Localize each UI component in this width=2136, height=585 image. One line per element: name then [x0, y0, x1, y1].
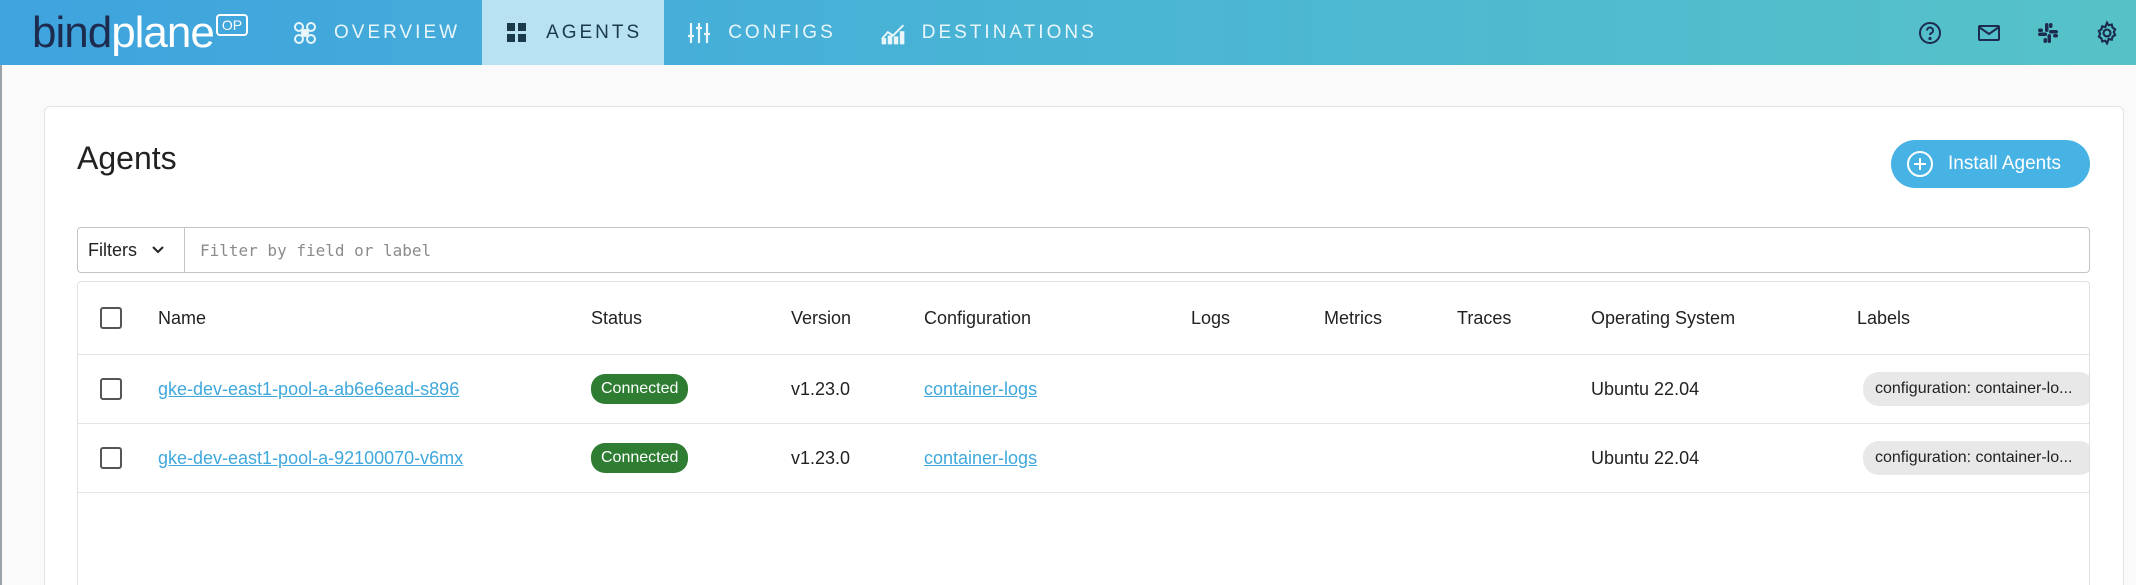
column-header-metrics[interactable]: Metrics — [1324, 282, 1382, 354]
slack-button[interactable] — [2018, 0, 2077, 65]
chart-icon — [880, 20, 906, 46]
gear-icon — [2097, 19, 2116, 46]
mail-button[interactable] — [1959, 0, 2018, 65]
slack-icon — [2037, 22, 2058, 43]
add-circle-icon — [1907, 151, 1933, 177]
nav-configs[interactable]: CONFIGS — [664, 0, 858, 65]
filters-dropdown[interactable]: Filters — [78, 228, 185, 272]
agent-version: v1.23.0 — [791, 447, 851, 468]
label-chip: configuration: container-lo... — [1863, 441, 2089, 475]
sliders-icon — [686, 20, 712, 46]
logo-wordmark: bindplane — [32, 8, 215, 57]
install-agents-button[interactable]: Install Agents — [1891, 140, 2090, 188]
agent-name-link[interactable]: gke-dev-east1-pool-a-92100070-v6mx — [158, 448, 463, 469]
table-header-row: Name Status Version Configuration Logs M… — [78, 282, 2089, 355]
column-header-version[interactable]: Version — [791, 282, 851, 354]
table-row[interactable]: gke-dev-east1-pool-a-92100070-v6mx Conne… — [78, 424, 2089, 493]
filter-bar: Filters — [77, 227, 2090, 273]
nav-destinations[interactable]: DESTINATIONS — [858, 0, 1119, 65]
table-row[interactable]: gke-dev-east1-pool-a-ab6e6ead-s896 Conne… — [78, 355, 2089, 424]
row-checkbox[interactable] — [100, 378, 122, 400]
chevron-down-icon — [152, 246, 164, 254]
filter-input[interactable] — [185, 228, 2089, 272]
overview-icon — [292, 20, 318, 46]
settings-button[interactable] — [2077, 0, 2136, 65]
logo-badge: OP — [215, 14, 249, 36]
help-button[interactable] — [1900, 0, 1959, 65]
column-header-status[interactable]: Status — [591, 282, 642, 354]
status-badge: Connected — [591, 443, 689, 473]
install-agents-label: Install Agents — [1948, 153, 2062, 174]
nav-overview[interactable]: OVERVIEW — [270, 0, 482, 65]
column-header-labels[interactable]: Labels — [1857, 282, 1910, 354]
column-header-traces[interactable]: Traces — [1457, 282, 1511, 354]
select-all-cell — [100, 282, 122, 354]
help-icon — [1918, 21, 1941, 44]
configuration-link[interactable]: container-logs — [924, 379, 1037, 400]
nav-destinations-label: DESTINATIONS — [921, 21, 1097, 43]
nav-overview-label: OVERVIEW — [334, 21, 461, 43]
page-title: Agents — [77, 140, 177, 176]
agents-grid-icon — [504, 20, 530, 46]
agent-version: v1.23.0 — [791, 378, 851, 399]
column-header-name[interactable]: Name — [158, 282, 206, 354]
status-badge: Connected — [591, 374, 689, 404]
label-chip: configuration: container-lo... — [1863, 372, 2089, 406]
configuration-link[interactable]: container-logs — [924, 448, 1037, 469]
row-checkbox[interactable] — [100, 447, 122, 469]
column-header-operating-system[interactable]: Operating System — [1591, 282, 1735, 354]
main-nav: OVERVIEW AGENTS CONFIGS DESTINATIONS — [270, 0, 1119, 65]
row-select-cell — [100, 424, 122, 492]
row-select-cell — [100, 355, 122, 423]
filters-dropdown-label: Filters — [88, 239, 137, 260]
select-all-checkbox[interactable] — [100, 307, 122, 329]
nav-configs-label: CONFIGS — [728, 21, 836, 43]
window-left-edge — [0, 65, 2, 585]
nav-right-icons — [1900, 0, 2136, 65]
column-header-configuration[interactable]: Configuration — [924, 282, 1031, 354]
mail-icon — [1977, 24, 2000, 41]
agent-name-link[interactable]: gke-dev-east1-pool-a-ab6e6ead-s896 — [158, 379, 459, 400]
nav-agents[interactable]: AGENTS — [482, 0, 665, 65]
agent-os: Ubuntu 22.04 — [1591, 378, 1700, 399]
nav-agents-label: AGENTS — [546, 21, 643, 43]
agent-os: Ubuntu 22.04 — [1591, 447, 1700, 468]
column-header-logs[interactable]: Logs — [1191, 282, 1230, 354]
bindplane-logo[interactable]: bindplane OP — [32, 8, 249, 58]
top-navigation-bar: bindplane OP OVERVIEW AGENTS CONFIGS DES… — [0, 0, 2136, 65]
agents-table: Name Status Version Configuration Logs M… — [77, 281, 2090, 585]
